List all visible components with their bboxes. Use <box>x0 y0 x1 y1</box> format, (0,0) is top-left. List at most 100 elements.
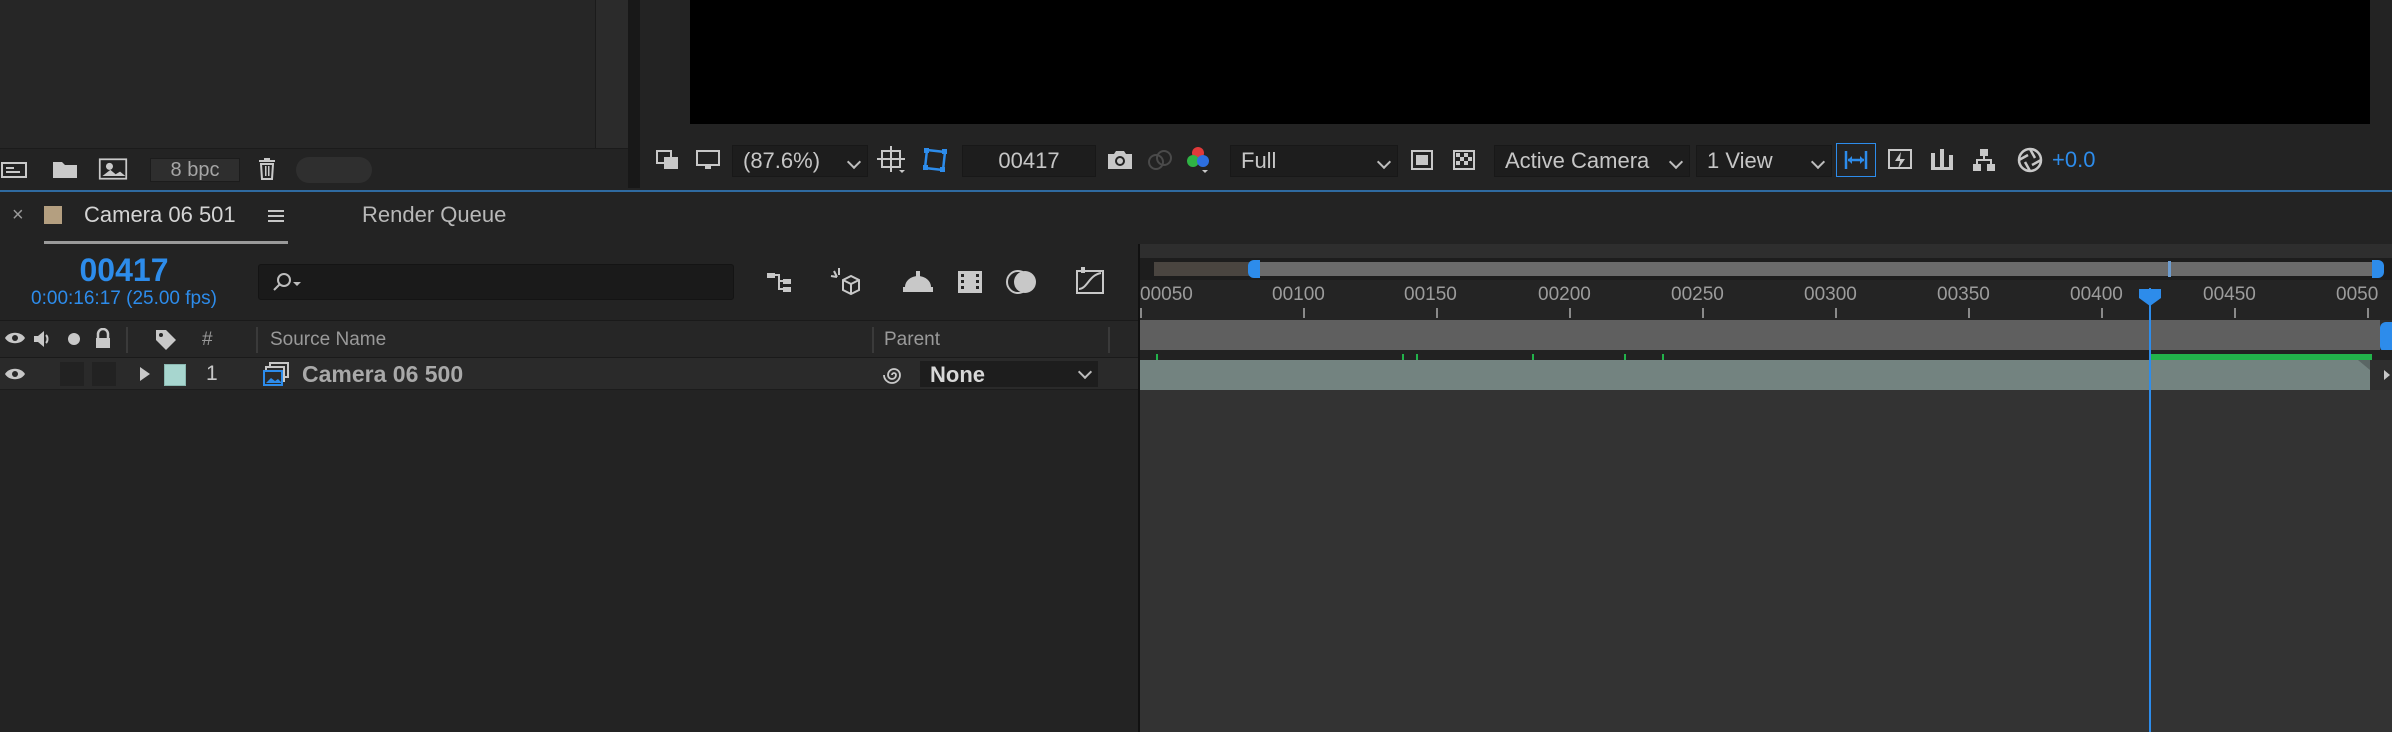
playhead-handle-icon[interactable] <box>2138 288 2162 306</box>
ruler-tick <box>2234 308 2236 318</box>
ruler-tick <box>1436 308 1438 318</box>
layer-visibility-icon[interactable] <box>4 366 26 387</box>
ruler-tick <box>1702 308 1704 318</box>
exposure-value[interactable]: +0.0 <box>2052 140 2112 180</box>
comp-label-swatch[interactable] <box>44 206 62 224</box>
view-layout-dropdown[interactable]: 1 View <box>1696 145 1832 177</box>
current-time-secondary: 0:00:16:17 (25.00 fps) <box>31 288 217 309</box>
fast-previews-icon[interactable] <box>1880 140 1920 180</box>
layers-empty-area[interactable] <box>0 390 1138 732</box>
layer-lock-switch[interactable] <box>92 362 116 386</box>
ruler-tick <box>1835 308 1837 318</box>
expand-layer-icon[interactable] <box>138 365 152 388</box>
comp-flowchart-icon[interactable] <box>1966 140 2002 180</box>
ruler-tick <box>2367 308 2369 318</box>
toggle-pixel-aspect-icon[interactable] <box>1836 143 1876 177</box>
label-tag-icon[interactable] <box>154 328 178 357</box>
ruler-tick-label: 00400 <box>2070 284 2123 305</box>
graph-editor-icon[interactable] <box>1070 262 1110 302</box>
time-ruler[interactable]: 00050 00100 00150 00200 00250 00300 0035… <box>1140 280 2392 320</box>
footer-slider[interactable] <box>296 157 372 183</box>
tab-menu-icon[interactable] <box>268 208 284 229</box>
safe-zones-icon[interactable] <box>872 140 912 180</box>
magnification-dropdown[interactable]: (87.6%) <box>732 145 868 177</box>
tab-render-queue[interactable]: Render Queue <box>362 202 506 228</box>
ruler-tick <box>1140 308 1142 318</box>
close-tab-icon[interactable]: × <box>12 204 24 227</box>
always-preview-icon[interactable] <box>650 140 686 180</box>
column-number[interactable]: # <box>202 329 213 351</box>
camera-view-value: Active Camera <box>1505 148 1650 173</box>
new-folder-icon[interactable] <box>50 157 80 181</box>
work-area-end-handle[interactable] <box>2380 322 2392 352</box>
mask-visibility-icon[interactable] <box>916 140 956 180</box>
audio-icon[interactable] <box>32 328 52 355</box>
new-composition-icon[interactable] <box>98 157 128 181</box>
layer-row[interactable]: 1 Camera 06 500 None <box>0 358 1138 390</box>
solo-icon[interactable] <box>68 333 80 345</box>
chevron-down-icon <box>1810 154 1826 170</box>
column-source-name[interactable]: Source Name <box>270 329 386 351</box>
timeline-tabs: × Camera 06 501 Render Queue <box>0 192 2392 244</box>
project-list[interactable] <box>0 0 596 148</box>
column-separator <box>1108 327 1110 353</box>
channels-icon[interactable] <box>1180 140 1216 180</box>
layer-name[interactable]: Camera 06 500 <box>302 361 463 388</box>
bit-depth-button[interactable]: 8 bpc <box>150 158 240 182</box>
layer-label-color[interactable] <box>164 364 186 386</box>
video-visibility-icon[interactable] <box>4 330 26 351</box>
column-separator <box>256 327 258 353</box>
navigator-start-handle[interactable] <box>1248 260 1260 278</box>
timeline-icon[interactable] <box>1924 140 1960 180</box>
shy-layers-icon[interactable] <box>898 262 938 302</box>
current-frame-field[interactable]: 00417 <box>962 145 1096 177</box>
panel-divider[interactable] <box>628 0 640 188</box>
parent-dropdown[interactable]: None <box>920 361 1098 387</box>
timeline-header: 00417 0:00:16:17 (25.00 fps) <box>0 244 1138 320</box>
current-frame-value: 00417 <box>998 148 1060 173</box>
show-snapshot-icon[interactable] <box>1142 140 1178 180</box>
project-panel: 8 bpc <box>0 0 628 188</box>
layer-duration-bar[interactable] <box>1140 360 2370 390</box>
viewer-canvas[interactable] <box>690 0 2370 124</box>
playhead-line[interactable] <box>2149 288 2151 732</box>
frame-blending-icon[interactable] <box>950 262 990 302</box>
navigator-range[interactable] <box>1154 262 2380 276</box>
transparency-grid-icon[interactable] <box>1446 140 1482 180</box>
lock-icon[interactable] <box>94 327 112 355</box>
camera-view-dropdown[interactable]: Active Camera <box>1494 145 1690 177</box>
interpret-footage-icon[interactable] <box>0 157 30 181</box>
ruler-tick <box>1569 308 1571 318</box>
comp-mini-flowchart-icon[interactable] <box>760 262 800 302</box>
column-parent[interactable]: Parent <box>884 329 940 351</box>
parent-pickwhip-icon[interactable] <box>882 363 906 392</box>
navigator-end-handle[interactable] <box>2372 260 2384 278</box>
reset-exposure-icon[interactable] <box>2010 140 2050 180</box>
ruler-tick <box>1303 308 1305 318</box>
project-scrollbar[interactable] <box>596 0 628 148</box>
current-time-display[interactable]: 00417 <box>12 252 236 289</box>
layer-search-input[interactable] <box>258 264 734 300</box>
ruler-tick-label: 00100 <box>1272 284 1325 305</box>
parent-value: None <box>930 362 985 387</box>
timeline-empty-area[interactable] <box>1140 390 2392 732</box>
draft-3d-icon[interactable] <box>826 262 866 302</box>
motion-blur-icon[interactable] <box>1002 262 1042 302</box>
magnification-value: (87.6%) <box>743 148 821 173</box>
trash-icon[interactable] <box>252 157 282 181</box>
time-navigator[interactable] <box>1140 258 2392 280</box>
layer-solo-switch[interactable] <box>60 362 84 386</box>
chevron-down-icon <box>846 154 862 170</box>
ruler-tick <box>1968 308 1970 318</box>
tab-camera-06-501[interactable]: Camera 06 501 <box>84 202 236 228</box>
ruler-tick-label: 00150 <box>1404 284 1457 305</box>
resolution-value: Full <box>1241 148 1277 173</box>
composition-viewer: (87.6%) 00417 Full Active Camera 1 View … <box>640 0 2392 188</box>
camera-snapshot-icon[interactable] <box>1100 140 1140 180</box>
region-of-interest-icon[interactable] <box>1404 140 1440 180</box>
ruler-tick-label: 00350 <box>1937 284 1990 305</box>
chevron-down-icon <box>1376 154 1392 170</box>
resolution-dropdown[interactable]: Full <box>1230 145 1398 177</box>
ruler-tick-label: 00050 <box>1140 284 1193 305</box>
monitor-icon[interactable] <box>690 140 726 180</box>
